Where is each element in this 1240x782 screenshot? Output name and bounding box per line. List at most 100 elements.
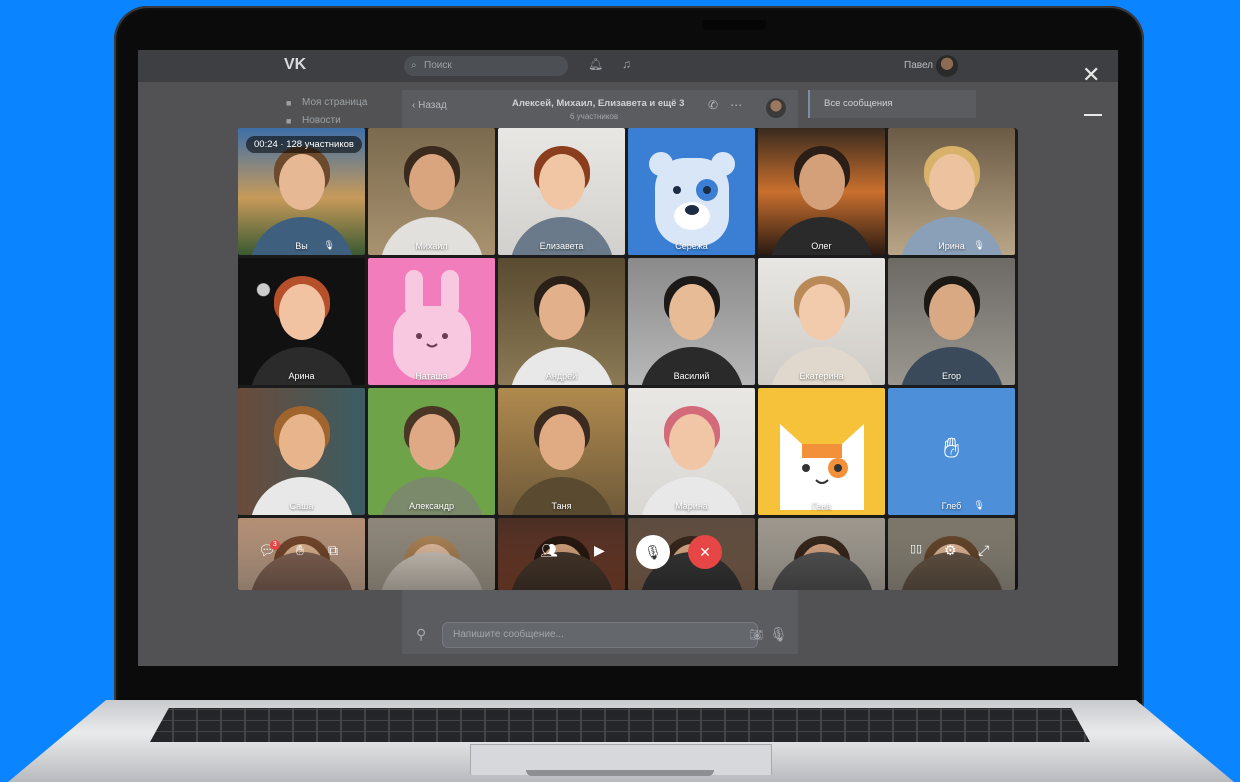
participant-name: Андрей [545,371,578,381]
message-input[interactable]: Напишите сообщение... 📷︎ ☺ [442,622,782,648]
participant-name: Елизавета [539,241,584,251]
call-icon[interactable]: ✆ [708,98,730,112]
paperclip-icon[interactable]: ⚲ [416,626,426,643]
person-face [538,284,585,340]
search-placeholder: Поиск [424,60,452,71]
participant-tile[interactable]: Александр [368,388,495,515]
mic-off-icon: 🎙︎ [644,543,662,560]
participant-tile[interactable]: Арина [238,258,365,385]
video-camera-icon: ▶ [594,542,605,558]
chat-button[interactable]: 💬︎ 3 [258,540,280,559]
mic-muted-icon: 🎙︎ [973,500,985,510]
chat-badge: 3 [269,540,280,550]
raise-hand-button[interactable]: ✋︎ [296,542,304,559]
participant-tile[interactable]: Таня [498,388,625,515]
music-icon[interactable]: ♫ [622,57,631,71]
chat-actions: ✆⋯ [708,98,754,112]
participant-name: Егор [941,371,962,381]
participant-tile[interactable]: Гена [758,388,885,515]
participant-tile[interactable]: Сережа [628,128,755,255]
person-face [798,284,845,340]
sidebar-menu: Моя страница Новости [284,94,367,130]
avatar[interactable] [936,55,958,77]
message-placeholder: Напишите сообщение... [453,629,564,640]
people-icon: 👥︎ [540,542,558,558]
participant-name: Наташа [415,371,448,381]
vk-header: VK ⌕ Поиск 🔔︎ ♫ Павел [138,50,1118,82]
participant-tile[interactable]: Екатерина [758,258,885,385]
back-label: Назад [418,100,447,111]
participant-name: Марина [675,501,708,511]
participant-name: Глеб [941,501,962,511]
screen-share-button[interactable]: ⧉ [328,542,338,559]
microphone-icon[interactable]: 🎙︎ [770,626,788,643]
participant-tile[interactable]: Михаил [368,128,495,255]
all-messages-panel: Все сообщения [808,90,976,118]
all-messages-link[interactable]: Все сообщения [824,98,893,109]
participant-tile[interactable]: Олег [758,128,885,255]
participant-name: Таня [551,501,572,511]
participant-name: Александр [408,501,455,511]
person-face [278,284,325,340]
participant-tile[interactable]: Наташа [368,258,495,385]
person-face [278,414,325,470]
cast-icon: ⧉ [328,542,338,558]
layout-button[interactable]: ▯▯ [910,542,922,555]
person-face [538,154,585,210]
bear-mask-icon [647,150,737,251]
participant-name: Олег [811,241,832,251]
participant-tile[interactable]: ✋︎ Глеб 🎙︎ [888,388,1015,515]
chat-title: Алексей, Михаил, Елизавета и ещё 3 [512,98,685,109]
participant-tile[interactable]: Василий [628,258,755,385]
end-call-button[interactable]: ✕ [688,535,722,569]
person-face [928,154,975,210]
chat-avatar[interactable] [766,98,786,118]
person-face [668,414,715,470]
gear-icon: ⚙ [944,542,957,558]
camera-notch [702,20,766,30]
user-name[interactable]: Павел [904,60,933,71]
participant-tile[interactable]: Саша [238,388,365,515]
video-call-grid: 00:24 · 128 участников Вы 🎙︎ Михаил Елизаве… [238,128,1018,590]
fullscreen-button[interactable]: ⤢ [978,542,989,559]
grid-layout-icon: ▯▯ [910,543,923,555]
bunny-mask-icon [387,270,477,385]
close-icon[interactable]: ✕ [1082,64,1100,86]
hang-up-icon: ✕ [699,543,711,560]
camera-icon[interactable]: 📷︎ [749,623,763,647]
raised-hand-icon: ✋︎ [943,432,960,463]
participant-tile[interactable]: Марина [628,388,755,515]
participant-name: Вы [295,241,308,251]
person-face [798,154,845,210]
controls-bar [238,520,1018,590]
participant-name: Ирина [938,241,965,251]
person-face [408,414,455,470]
mute-button[interactable]: 🎙︎ [636,535,670,569]
search-icon: ⌕ [411,60,417,71]
chat-subtitle: 6 участников [570,112,619,121]
person-face [668,284,715,340]
participant-tile[interactable]: Егор [888,258,1015,385]
message-composer: ⚲ Напишите сообщение... 📷︎ ☺ 🎙︎ [402,616,798,654]
search-input[interactable]: ⌕ Поиск [404,56,568,76]
mic-muted-icon: 🎙︎ [323,240,335,250]
participant-name: Михаил [415,241,448,251]
participant-tile[interactable]: Елизавета [498,128,625,255]
call-timer: 00:24 · 128 участников [246,136,362,153]
participant-name: Арина [288,371,315,381]
sidebar-item-my-page[interactable]: Моя страница [284,94,367,112]
participant-name: Екатерина [799,371,844,381]
bell-icon[interactable]: 🔔︎ [588,57,603,71]
cat-mask-icon [772,414,872,515]
more-icon[interactable]: ⋯ [730,98,754,112]
vk-logo[interactable]: VK [284,56,306,74]
participants-button[interactable]: 👥︎ [540,542,558,559]
participant-tile[interactable]: Андрей [498,258,625,385]
mic-muted-icon: 🎙︎ [973,240,985,250]
hand-icon: ✋︎ [296,542,304,558]
minimize-icon[interactable] [1084,114,1102,116]
back-button[interactable]: ‹ Назад [412,100,447,111]
settings-button[interactable]: ⚙ [944,542,957,559]
participant-tile[interactable]: Ирина 🎙︎ [888,128,1015,255]
camera-button[interactable]: ▶ [594,542,605,559]
